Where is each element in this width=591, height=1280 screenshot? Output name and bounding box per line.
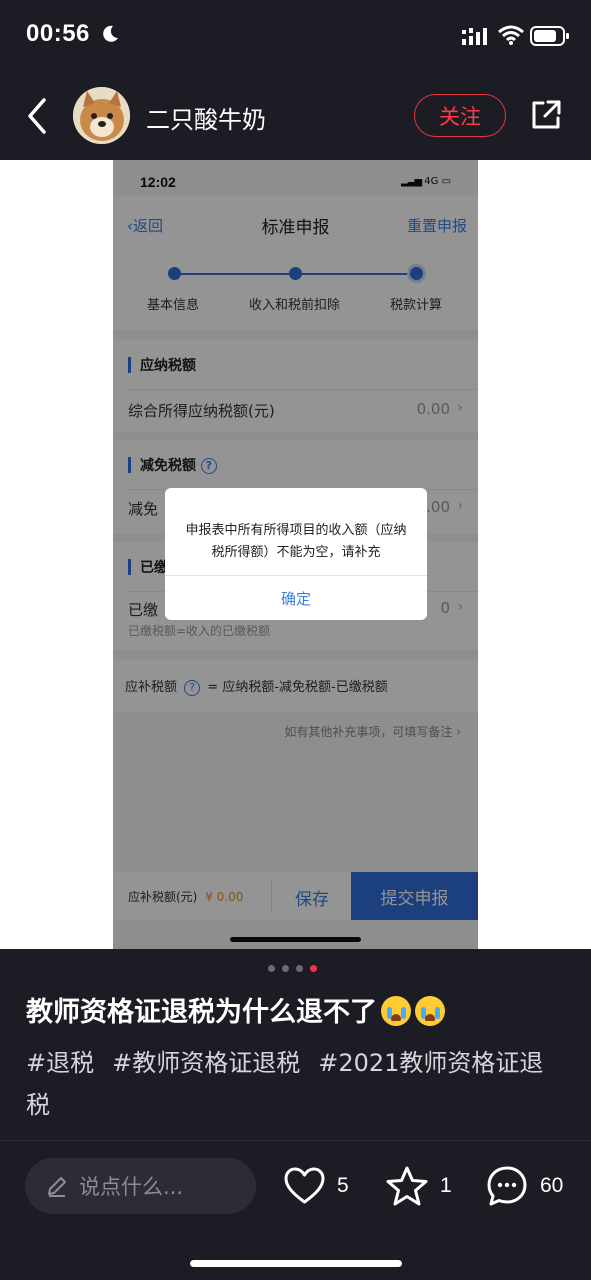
loudly-crying-face-icon xyxy=(415,996,445,1026)
pager-dot xyxy=(282,965,289,972)
dialog-confirm-button: 确定 xyxy=(280,589,311,608)
comment-count: 60 xyxy=(540,1174,564,1197)
post-tags: #退税 #教师资格证退税 #2021教师资格证退税 xyxy=(26,1042,574,1126)
like-count: 5 xyxy=(337,1174,349,1197)
pager-dot xyxy=(296,965,303,972)
heart-icon xyxy=(284,1167,325,1204)
battery-icon xyxy=(530,26,569,46)
wifi-icon xyxy=(498,25,524,45)
embedded-alert-dialog: 申报表中所有所得项目的收入额（应纳税所得额）不能为空，请补充 确定 xyxy=(165,488,427,620)
author-name[interactable]: 二只酸牛奶 xyxy=(146,100,266,135)
embedded-screenshot: 12:02 ▂▃▅ 4G ▭ ‹返回 标准申报 重置申报 基本信息 收入和税前扣… xyxy=(113,160,478,949)
chat-bubble-icon xyxy=(487,1166,527,1206)
divider xyxy=(0,1140,591,1141)
home-indicator xyxy=(190,1260,402,1267)
comment-placeholder: 说点什么... xyxy=(79,1175,184,1199)
like-button[interactable]: 5 xyxy=(284,1162,349,1210)
pencil-icon xyxy=(48,1177,66,1197)
pager-dot-active xyxy=(310,965,317,972)
star-icon xyxy=(386,1166,428,1206)
loudly-crying-face-icon xyxy=(381,996,411,1026)
moon-icon xyxy=(103,25,118,42)
signal-icon xyxy=(462,28,487,45)
dialog-message: 申报表中所有所得项目的收入额（应纳税所得额）不能为空，请补充 xyxy=(185,523,407,560)
favorite-button[interactable]: 1 xyxy=(386,1162,452,1210)
comment-input[interactable]: 说点什么... xyxy=(25,1158,256,1214)
post-title-text: 教师资格证退税为什么退不了 xyxy=(26,997,377,1028)
share-icon[interactable] xyxy=(528,97,564,133)
author-avatar[interactable] xyxy=(73,87,130,144)
hashtag-link[interactable]: #退税 xyxy=(26,1049,94,1077)
hashtag-link[interactable]: #教师资格证退税 xyxy=(112,1049,300,1077)
post-title: 教师资格证退税为什么退不了 xyxy=(26,990,445,1029)
follow-button[interactable]: 关注 xyxy=(414,94,506,137)
back-arrow-icon[interactable] xyxy=(26,96,52,136)
comment-button[interactable]: 60 xyxy=(486,1162,563,1210)
pager-dot xyxy=(268,965,275,972)
favorite-count: 1 xyxy=(440,1174,452,1197)
post-image[interactable]: 12:02 ▂▃▅ 4G ▭ ‹返回 标准申报 重置申报 基本信息 收入和税前扣… xyxy=(0,160,591,949)
status-time: 00:56 xyxy=(26,20,90,47)
